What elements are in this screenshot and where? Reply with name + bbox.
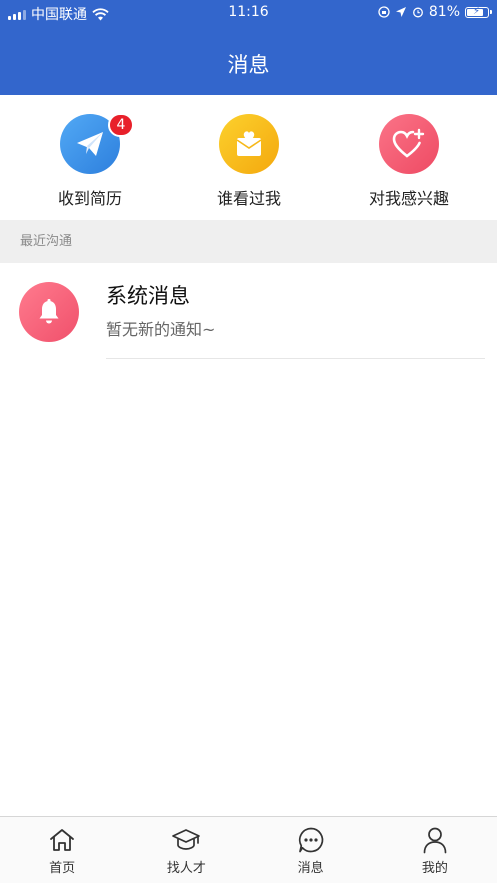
rotation-lock-icon [378,6,390,18]
alarm-icon [412,7,423,18]
quick-entry-label: 谁看过我 [216,189,281,208]
tab-home[interactable]: 首页 [0,817,124,883]
bell-icon [19,282,79,342]
battery-icon: ⚡ [465,5,492,18]
page-header: 消息 [0,26,497,95]
home-icon [0,826,124,854]
page-title: 消息 [227,53,270,77]
tab-label: 我的 [421,861,448,876]
quick-entry-label: 对我感兴趣 [368,189,449,208]
location-icon [395,7,406,17]
status-bar: 中国联通 11:16 81% ⚡ [0,0,497,26]
envelope-heart-icon [219,114,279,174]
heart-plus-icon [379,114,439,174]
unread-badge: 4 [108,113,134,137]
tab-mine[interactable]: 我的 [373,817,497,883]
charging-bolt-icon: ⚡ [473,5,481,17]
quick-entry-who-viewed-me[interactable]: 谁看过我 [174,114,324,209]
divider [106,358,485,359]
tab-messages[interactable]: 消息 [249,817,373,883]
quick-entry-received-resumes[interactable]: 4 收到简历 [15,113,165,209]
quick-entry-label: 收到简历 [57,189,122,208]
status-right: 81% ⚡ [378,4,492,20]
tab-bar: 首页 找人才 消息 我的 [0,816,497,883]
tab-find-talent[interactable]: 找人才 [124,817,248,883]
recent-section-title: 最近沟通 [0,220,497,263]
list-item[interactable]: 系统消息 暂无新的通知~ [0,263,497,359]
message-sender: 系统消息 [106,284,190,308]
paper-plane-icon: 4 [60,113,134,174]
tab-label: 消息 [297,861,324,876]
chat-bubble-icon [249,826,373,854]
battery-percent: 81% [428,4,460,20]
message-preview: 暂无新的通知~ [106,320,216,339]
user-icon [373,826,497,854]
quick-entry-interested-in-me[interactable]: 对我感兴趣 [334,114,484,209]
graduation-cap-icon [124,826,248,854]
quick-entries: 4 收到简历 谁看过我 对我感兴趣 [0,95,497,220]
tab-label: 首页 [49,861,76,876]
tab-label: 找人才 [166,861,206,876]
